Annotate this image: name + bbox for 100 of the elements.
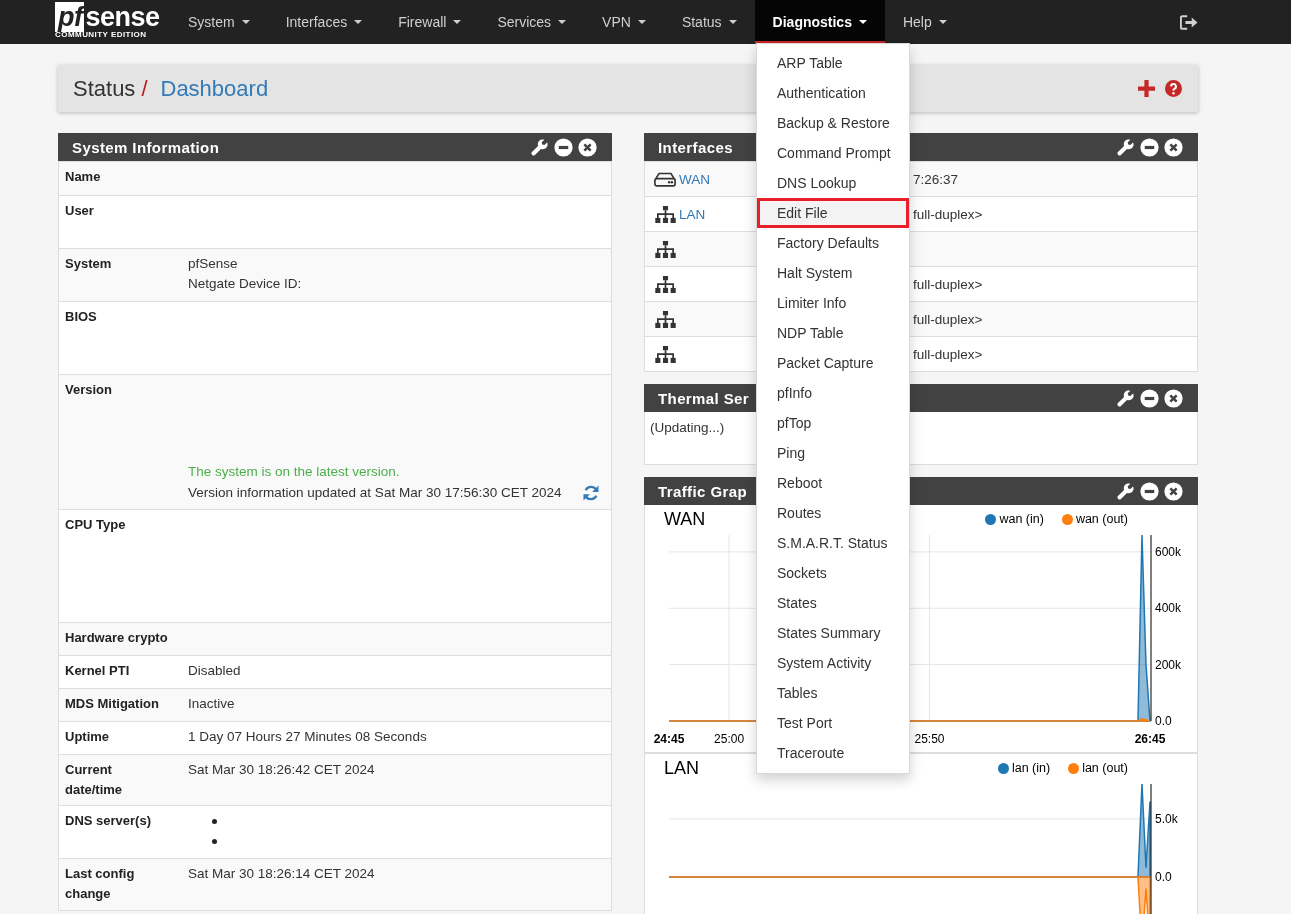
menu-item[interactable]: Sockets: [757, 558, 909, 588]
nav-menu-item[interactable]: Services: [479, 0, 585, 44]
field-value: Netgate Device ID:: [188, 275, 303, 293]
nav-menu-item[interactable]: System: [170, 0, 268, 44]
chart-title: LAN: [664, 757, 699, 779]
breadcrumb-link[interactable]: Dashboard: [160, 75, 269, 102]
minus-icon[interactable]: [554, 137, 573, 157]
panel-title: Interfaces: [658, 138, 733, 156]
caret-icon: [558, 20, 567, 24]
field-label: MDS Mitigation: [64, 695, 160, 713]
menu-item[interactable]: Tables: [757, 678, 909, 708]
caret-icon: [728, 20, 737, 24]
wrench-icon[interactable]: [1116, 481, 1135, 501]
wrench-icon[interactable]: [1116, 388, 1135, 408]
wrench-icon[interactable]: [530, 137, 549, 157]
field-label: Name: [64, 168, 102, 186]
caret-icon: [241, 20, 250, 24]
bullet-icon: [212, 838, 217, 844]
field-label: Last config change: [64, 865, 136, 903]
close-icon[interactable]: [578, 137, 597, 157]
menu-item[interactable]: Edit File: [757, 198, 909, 228]
panel-title: Thermal Ser: [658, 389, 750, 407]
menu-item[interactable]: DNS Lookup: [757, 168, 909, 198]
menu-item[interactable]: pfInfo: [757, 378, 909, 408]
field-label: DNS server(s): [64, 812, 152, 830]
interface-detail: full-duplex>: [913, 207, 983, 222]
status-text: (Updating...): [650, 420, 725, 435]
close-icon[interactable]: [1164, 388, 1183, 408]
nav-menu-item[interactable]: Diagnostics: [754, 0, 885, 44]
nav-menu-item[interactable]: VPN: [584, 0, 664, 44]
axis-tick-label: 600k: [1155, 544, 1182, 559]
menu-item[interactable]: Halt System: [757, 258, 909, 288]
panel-title: System Information: [72, 138, 220, 156]
menu-item[interactable]: Ping: [757, 438, 909, 468]
caret-icon: [453, 20, 462, 24]
bullet-icon: [212, 818, 217, 824]
menu-item[interactable]: Packet Capture: [757, 348, 909, 378]
menu-item[interactable]: Backup & Restore: [757, 108, 909, 138]
caret-icon: [938, 20, 947, 24]
interface-link[interactable]: WAN: [679, 171, 710, 187]
menu-item[interactable]: States: [757, 588, 909, 618]
axis-tick-label: 25:00: [714, 732, 745, 746]
axis-tick-label: 26:45: [1134, 732, 1166, 746]
field-label: User: [64, 202, 95, 220]
field-value: Sat Mar 30 18:26:42 CET 2024: [188, 761, 376, 779]
close-icon[interactable]: [1164, 137, 1183, 157]
breadcrumb-separator: /: [141, 75, 148, 102]
sitemap-icon: [655, 205, 676, 223]
menu-item[interactable]: NDP Table: [757, 318, 909, 348]
axis-tick-label: 24:45: [653, 732, 685, 746]
menu-item[interactable]: Reboot: [757, 468, 909, 498]
menu-item[interactable]: ARP Table: [757, 48, 909, 78]
nav-menu-item[interactable]: Status: [663, 0, 755, 44]
menu-item[interactable]: Test Port: [757, 708, 909, 738]
interface-detail: full-duplex>: [913, 312, 983, 327]
field-label: Hardware crypto: [64, 629, 169, 647]
nav-menu-item[interactable]: Interfaces: [267, 0, 381, 44]
minus-icon[interactable]: [1140, 137, 1159, 157]
interface-detail: full-duplex>: [913, 277, 983, 292]
caret-icon: [354, 20, 363, 24]
interface-link[interactable]: LAN: [679, 206, 706, 222]
add-icon[interactable]: [1138, 80, 1155, 97]
logout-icon[interactable]: [1180, 14, 1198, 30]
menu-item[interactable]: Limiter Info: [757, 288, 909, 318]
panel-title: Traffic Grap: [658, 482, 747, 500]
axis-tick-label: 25:50: [914, 732, 945, 746]
field-label: BIOS: [64, 308, 98, 326]
interface-detail: full-duplex>: [913, 347, 983, 362]
field-value: Version information updated at Sat Mar 30 17:56:30 CET 2024: [188, 484, 562, 502]
menu-item[interactable]: Command Prompt: [757, 138, 909, 168]
field-label: Kernel PTI: [64, 662, 131, 680]
sitemap-icon: [655, 310, 676, 328]
field-value: Sat Mar 30 18:26:14 CET 2024: [188, 865, 376, 883]
help-icon[interactable]: [1165, 80, 1182, 97]
legend-label: lan (out): [1082, 761, 1128, 775]
menu-item[interactable]: pfTop: [757, 408, 909, 438]
caret-icon: [858, 20, 867, 24]
menu-item[interactable]: Authentication: [757, 78, 909, 108]
axis-tick-label: 400k: [1155, 601, 1182, 616]
menu-item[interactable]: States Summary: [757, 618, 909, 648]
menu-item[interactable]: Routes: [757, 498, 909, 528]
menu-item[interactable]: S.M.A.R.T. Status: [757, 528, 909, 558]
minus-icon[interactable]: [1140, 481, 1159, 501]
status-message: The system is on the latest version.: [188, 463, 401, 481]
wrench-icon[interactable]: [1116, 137, 1135, 157]
menu-item[interactable]: Factory Defaults: [757, 228, 909, 258]
close-icon[interactable]: [1164, 481, 1183, 501]
menu-item[interactable]: Traceroute: [757, 738, 909, 768]
refresh-icon[interactable]: [582, 483, 600, 502]
axis-tick-label: 200k: [1155, 657, 1182, 672]
menu-item[interactable]: System Activity: [757, 648, 909, 678]
field-label: Version: [64, 381, 113, 399]
legend-label: lan (in): [1011, 761, 1051, 775]
nav-menu-item[interactable]: Firewall: [380, 0, 480, 44]
field-value: Inactive: [188, 695, 236, 713]
minus-icon[interactable]: [1140, 388, 1159, 408]
axis-tick-label: 0.0: [1155, 870, 1172, 884]
field-value: Disabled: [188, 662, 242, 680]
sitemap-icon: [655, 345, 676, 363]
caret-icon: [637, 20, 646, 24]
